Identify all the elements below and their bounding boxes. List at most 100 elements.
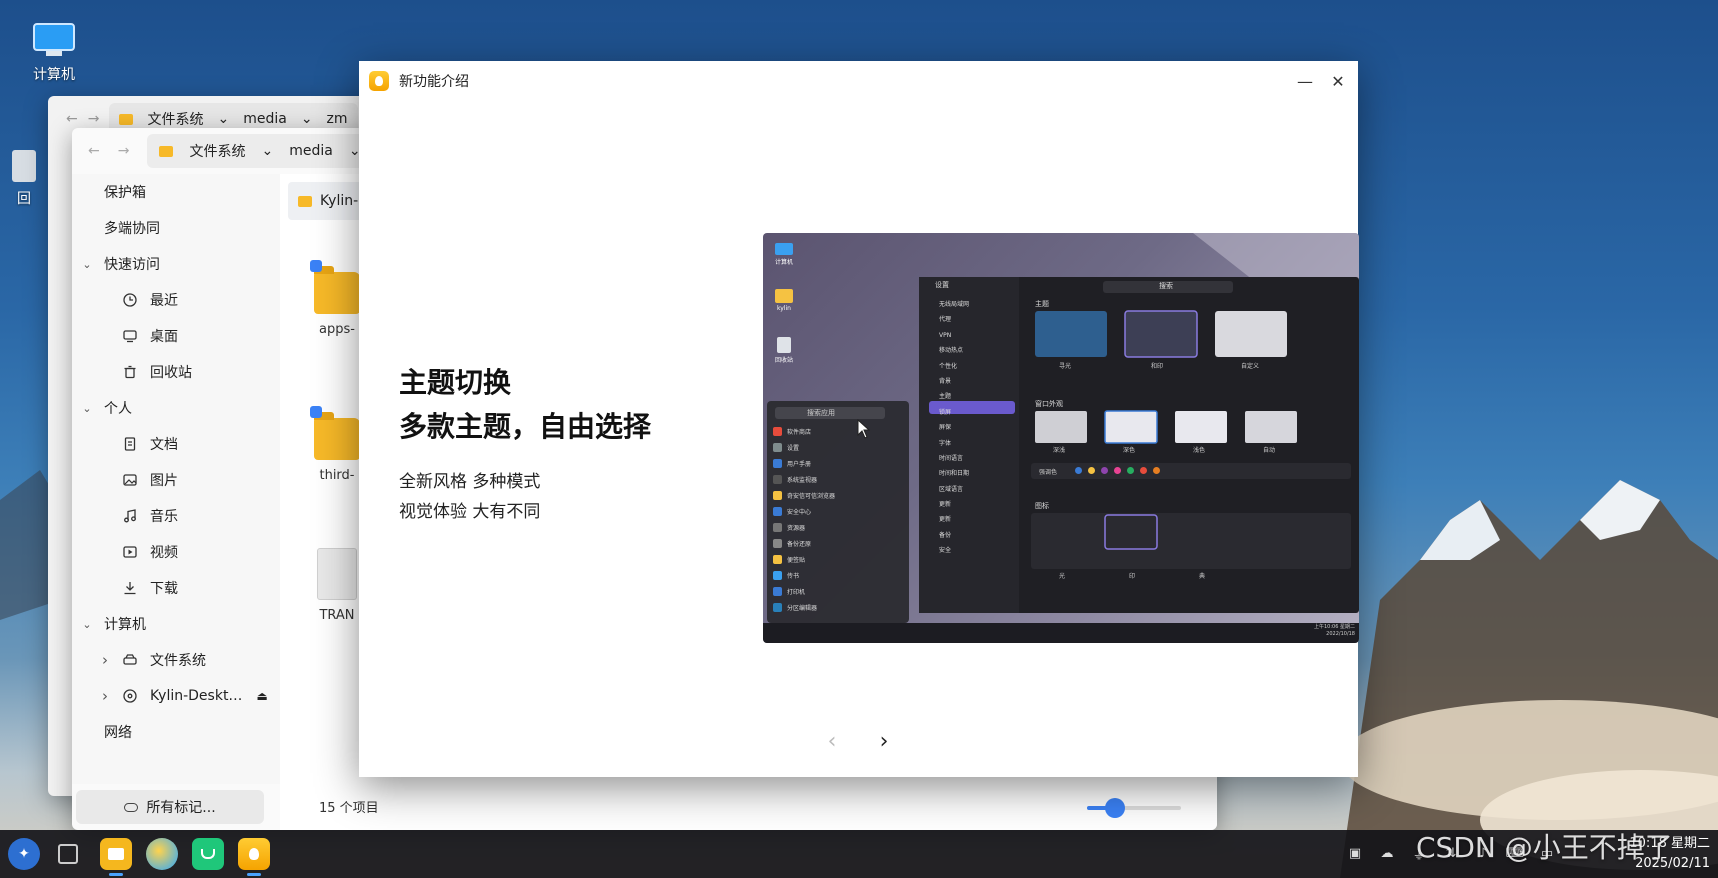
sidebar-item[interactable]: › Kylin-Deskt… ⏏ <box>72 678 280 714</box>
new-features-dialog[interactable]: 新功能介绍 — ✕ 主题切换 多款主题，自由选择 全新风格 多种模式 视觉体验 … <box>359 61 1359 777</box>
sidebar-item[interactable]: 下载 <box>72 570 280 606</box>
sidebar-item[interactable]: 最近 <box>72 282 280 318</box>
preview-theme-label: 和印 <box>1151 363 1164 370</box>
sidebar-item-label: 下载 <box>150 581 178 597</box>
chevron-down-icon[interactable]: ⌄ <box>80 402 94 415</box>
breadcrumb-item[interactable]: media <box>243 111 287 127</box>
breadcrumb[interactable]: 文件系统 ⌄ media ⌄ <box>147 134 373 168</box>
chevron-down-icon[interactable]: ⌄ <box>217 111 229 127</box>
eject-icon[interactable]: ⏏ <box>256 689 267 703</box>
zoom-slider[interactable] <box>1087 798 1181 818</box>
sidebar-item[interactable]: 回收站 <box>72 354 280 390</box>
preview-settings-menu-item: 代理 <box>939 316 952 324</box>
multitask-icon[interactable] <box>52 838 84 870</box>
back-arrow-icon[interactable]: ← <box>88 143 100 159</box>
preview-app-item: 传书 <box>773 567 893 583</box>
zoom-slider-handle[interactable] <box>1105 798 1126 818</box>
preview-icon-set: 光 <box>1059 573 1066 580</box>
sidebar-item[interactable]: 网络 <box>72 714 280 750</box>
cloud-icon[interactable]: ☁ <box>1378 844 1396 862</box>
chevron-down-icon[interactable]: ⌄ <box>80 258 94 271</box>
sidebar-item[interactable]: › 文件系统 <box>72 642 280 678</box>
preview-settings-menu-item: 无线局域网 <box>939 301 970 308</box>
sidebar-item[interactable]: ⌄ 个人 <box>72 390 280 426</box>
chevron-down-icon[interactable]: ⌄ <box>301 111 313 127</box>
item-count: 15 个项目 <box>319 801 379 816</box>
sidebar-item-label: 文件系统 <box>150 653 206 669</box>
app-icon <box>773 458 782 468</box>
chevron-right-icon[interactable]: › <box>98 687 112 705</box>
software-store-icon[interactable] <box>192 838 224 870</box>
chevron-down-icon[interactable]: ⌄ <box>80 618 94 631</box>
sidebar-item[interactable]: 文档 <box>72 426 280 462</box>
clipboard-icon[interactable]: ▣ <box>1346 844 1364 862</box>
preview-icon-set: 典 <box>1199 573 1206 580</box>
app-icon <box>773 522 782 532</box>
browser-icon[interactable] <box>146 838 178 870</box>
sidebar-item[interactable]: 保护箱 <box>72 174 280 210</box>
start-menu-icon[interactable]: ✦ <box>8 838 40 870</box>
preview-app-label: 用户手册 <box>787 460 812 468</box>
preview-clock-time: 上午10:06 星期二 <box>1314 624 1355 630</box>
back-arrow-icon[interactable]: ← <box>66 111 78 127</box>
breadcrumb-item[interactable]: 文件系统 <box>147 109 203 129</box>
preview-settings-menu-item: 区域语言 <box>939 485 964 493</box>
preview-app-item: 资源器 <box>773 519 893 535</box>
sidebar-item[interactable]: ⌄ 快速访问 <box>72 246 280 282</box>
new-features-icon[interactable] <box>238 838 270 870</box>
sidebar-item-label: Kylin-Deskt… <box>150 688 243 704</box>
sidebar-item-label: 视频 <box>150 545 178 561</box>
preview-app-label: 备份还原 <box>787 540 812 548</box>
sidebar-item[interactable]: 视频 <box>72 534 280 570</box>
next-page-button[interactable]: › <box>872 729 896 754</box>
sidebar-item[interactable]: 桌面 <box>72 318 280 354</box>
preview-app-label: 安全中心 <box>787 508 812 516</box>
preview-app-item: 便签贴 <box>773 551 893 567</box>
sidebar-item[interactable]: 多端协同 <box>72 210 280 246</box>
desktop-icon-computer[interactable]: 计算机 <box>14 22 94 84</box>
preview-settings-menu-item: VPN <box>939 331 952 339</box>
sidebar-item-label: 音乐 <box>150 509 178 525</box>
preview-app-label: 软件商店 <box>787 428 812 436</box>
sidebar-item[interactable]: ⌄ 计算机 <box>72 606 280 642</box>
preview-window-style: 深色 <box>1123 447 1136 454</box>
lock-icon <box>310 406 322 418</box>
all-tags-button[interactable]: 所有标记... <box>76 790 264 824</box>
forward-arrow-icon[interactable]: → <box>88 111 100 127</box>
preview-app-item: 分区编辑器 <box>773 599 893 615</box>
desktop-icon <box>122 328 138 344</box>
file-name: TRAN <box>319 608 355 623</box>
breadcrumb-item[interactable]: zm <box>327 111 348 127</box>
desktop-icon-recycle[interactable]: 回 <box>0 150 54 208</box>
previous-page-button[interactable]: ‹ <box>820 729 844 754</box>
file-name: third- <box>319 468 355 483</box>
preview-app-label: 系统监视器 <box>787 476 818 484</box>
sidebar-item-label: 多端协同 <box>104 221 160 237</box>
preview-app-label: 分区编辑器 <box>787 604 818 612</box>
preview-theme-label: 寻光 <box>1059 363 1072 370</box>
close-button[interactable]: ✕ <box>1325 69 1351 93</box>
preview-theme-label: 自定义 <box>1241 363 1260 370</box>
breadcrumb-item[interactable]: media <box>289 143 333 159</box>
sidebar-item[interactable]: 音乐 <box>72 498 280 534</box>
sidebar-item-label: 图片 <box>150 473 178 489</box>
cursor-icon <box>857 419 871 439</box>
minimize-button[interactable]: — <box>1292 69 1318 93</box>
chevron-down-icon[interactable]: ⌄ <box>261 143 273 159</box>
preview-settings-menu-item: 安全 <box>939 547 952 555</box>
accent-color-swatch <box>1140 467 1147 474</box>
clock-icon <box>122 292 138 308</box>
preview-app-item: 备份还原 <box>773 535 893 551</box>
file-manager-icon[interactable] <box>100 838 132 870</box>
sidebar-item[interactable]: 图片 <box>72 462 280 498</box>
watermark: CSDN @小王不掉了 <box>1416 831 1673 864</box>
preview-desktop-label: 计算机 <box>774 259 793 266</box>
accent-color-swatch <box>1127 467 1134 474</box>
forward-arrow-icon[interactable]: → <box>118 143 130 159</box>
preview-app-list: 软件商店 设置 用户手册 系统监视器 奇安信可信浏览器 安全中心 资源器 备份还原 便签贴 传书打… <box>773 423 893 615</box>
folder-icon <box>298 195 312 207</box>
breadcrumb-item[interactable]: 文件系统 <box>189 141 245 161</box>
preview-window-style: 自动 <box>1263 447 1276 454</box>
chevron-right-icon[interactable]: › <box>98 651 112 669</box>
app-icon <box>773 602 782 612</box>
